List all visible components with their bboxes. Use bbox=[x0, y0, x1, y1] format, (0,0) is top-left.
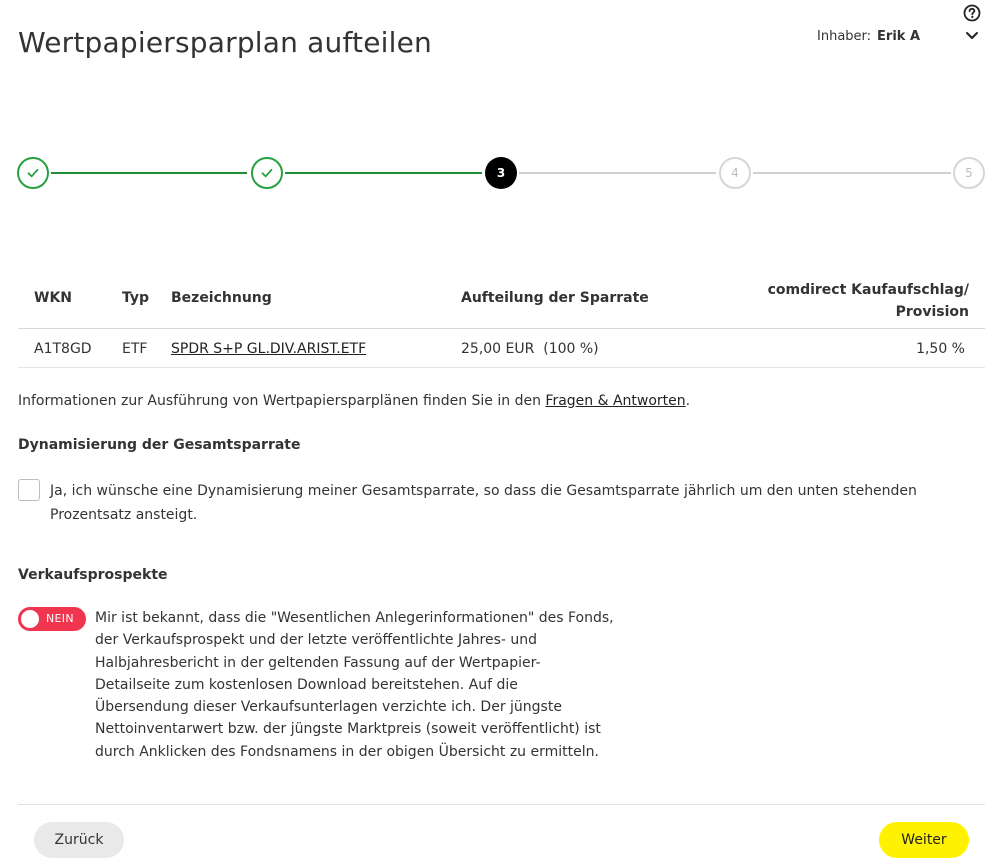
step-4: 4 bbox=[719, 157, 751, 189]
step-1 bbox=[17, 157, 49, 189]
verkaufsprospekte-text: Mir ist bekannt, dass die "Wesentlichen … bbox=[95, 610, 614, 760]
question-circle-icon[interactable] bbox=[963, 4, 981, 22]
step-2 bbox=[251, 157, 283, 189]
dynamisierung-checkbox[interactable] bbox=[18, 479, 40, 501]
header-aufteilung: Aufteilung der Sparrate bbox=[461, 290, 649, 306]
step-connector bbox=[285, 172, 482, 174]
cell-typ: ETF bbox=[122, 341, 148, 357]
table-header: WKN Typ Bezeichnung Aufteilung der Sparr… bbox=[18, 278, 985, 329]
faq-link[interactable]: Fragen & Antworten bbox=[545, 393, 685, 409]
info-text: Informationen zur Ausführung von Wertpap… bbox=[18, 393, 690, 409]
header-aufschlag-line2: Provision bbox=[895, 304, 969, 320]
table-row: A1T8GD ETF SPDR S+P GL.DIV.ARIST.ETF 25,… bbox=[18, 329, 985, 368]
chevron-down-icon[interactable] bbox=[964, 29, 980, 43]
info-text-end: . bbox=[685, 393, 691, 409]
cell-aufteilung: 25,00 EUR (100 %) bbox=[461, 341, 599, 357]
header-aufschlag-line1: comdirect Kaufaufschlag/ bbox=[767, 282, 969, 298]
check-icon bbox=[27, 168, 39, 178]
dynamisierung-title: Dynamisierung der Gesamtsparrate bbox=[18, 437, 301, 453]
info-text-body: Informationen zur Ausführung von Wertpap… bbox=[18, 393, 546, 409]
header-aufschlag: comdirect Kaufaufschlag/ Provision bbox=[768, 279, 969, 323]
step-connector bbox=[519, 172, 716, 174]
sparplan-table: WKN Typ Bezeichnung Aufteilung der Sparr… bbox=[18, 278, 985, 368]
dynamisierung-checkbox-label[interactable]: Ja, ich wünsche eine Dynamisierung meine… bbox=[50, 479, 950, 527]
toggle-knob bbox=[21, 610, 39, 628]
header-wkn: WKN bbox=[34, 290, 73, 306]
step-5: 5 bbox=[953, 157, 985, 189]
page-title: Wertpapiersparplan aufteilen bbox=[18, 26, 432, 59]
toggle-label: NEIN bbox=[46, 612, 74, 625]
check-icon bbox=[261, 168, 273, 178]
cell-aufschlag: 1,50 % bbox=[916, 341, 965, 357]
header-typ: Typ bbox=[122, 290, 150, 306]
owner-label: Inhaber: bbox=[817, 29, 872, 44]
verkaufsprospekte-title: Verkaufsprospekte bbox=[18, 567, 168, 583]
owner-name: Erik A bbox=[877, 29, 921, 44]
step-connector bbox=[51, 172, 247, 174]
footer-divider bbox=[18, 804, 985, 805]
step-connector bbox=[753, 172, 951, 174]
fund-name-link[interactable]: SPDR S+P GL.DIV.ARIST.ETF bbox=[171, 341, 366, 357]
verkaufsprospekte-toggle[interactable]: NEIN bbox=[18, 607, 86, 631]
header-bezeichnung: Bezeichnung bbox=[171, 290, 272, 306]
owner-info[interactable]: Inhaber: Erik A bbox=[817, 29, 920, 44]
page: Wertpapiersparplan aufteilen Inhaber: Eri… bbox=[0, 0, 997, 867]
cell-wkn: A1T8GD bbox=[34, 341, 92, 357]
next-button[interactable]: Weiter bbox=[879, 822, 969, 858]
progress-stepper: 3 4 5 bbox=[0, 156, 997, 192]
step-3: 3 bbox=[485, 157, 517, 189]
back-button[interactable]: Zurück bbox=[34, 822, 124, 858]
